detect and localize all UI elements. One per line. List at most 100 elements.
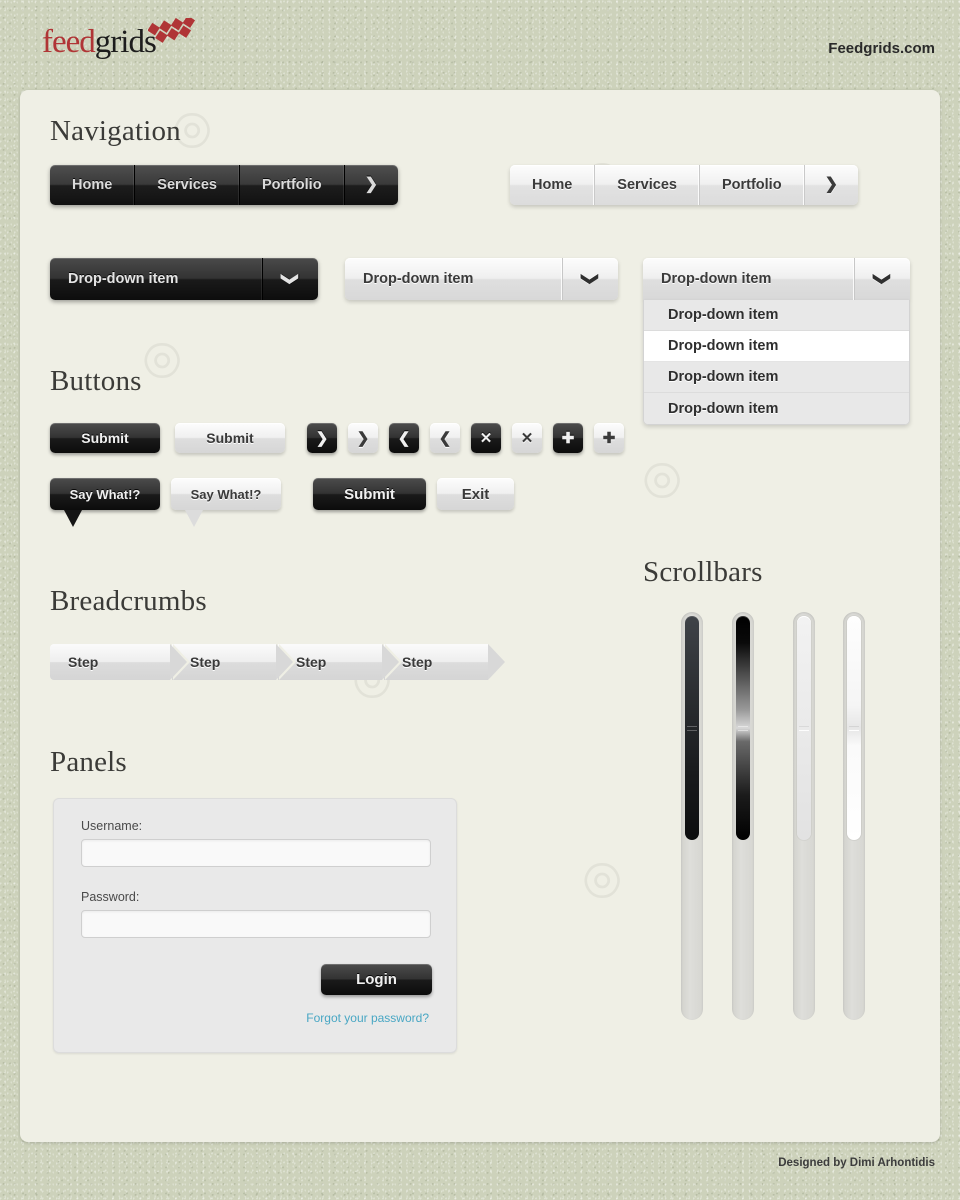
chevron-right-icon: ❯ [824, 176, 838, 193]
nav-item-services[interactable]: Services [135, 165, 240, 205]
tooltip-button-light[interactable]: Say What!? [171, 478, 281, 527]
footer-credit: Designed by Dimi Arhontidis [778, 1157, 935, 1169]
password-label: Password: [81, 890, 140, 904]
nav-item-home[interactable]: Home [510, 165, 596, 205]
scrollbar-grip-line [687, 726, 697, 727]
plus-icon: ✚ [602, 430, 616, 447]
watermark: ◎ [569, 843, 631, 911]
scrollbar-grip-line [687, 730, 697, 731]
logo-text-grids: grids [94, 24, 157, 60]
dropdown-option[interactable]: Drop-down item [644, 393, 909, 424]
scrollbar-track-light-gloss[interactable] [843, 612, 865, 1020]
chevron-right-button-dark[interactable]: ❯ [307, 423, 337, 453]
section-title-panels: Panels [50, 746, 127, 778]
login-button[interactable]: Login [321, 964, 432, 995]
chevron-left-button-dark[interactable]: ❮ [389, 423, 419, 453]
add-button-light[interactable]: ✚ [594, 423, 624, 453]
scrollbar-thumb[interactable] [797, 616, 811, 840]
breadcrumb: Step Step Step Step [50, 644, 510, 680]
chevron-down-icon[interactable]: ❯ [563, 258, 618, 300]
dropdown-open-trigger[interactable]: Drop-down item ❯ [643, 258, 910, 300]
scrollbar-thumb[interactable] [736, 616, 750, 840]
breadcrumb-divider [488, 644, 505, 680]
add-button-dark[interactable]: ✚ [553, 423, 583, 453]
scrollbar-grip-line [799, 726, 809, 727]
site-url-label: Feedgrids.com [828, 40, 935, 57]
dropdown-option[interactable]: Drop-down item [644, 300, 909, 331]
dropdown-option-highlighted[interactable]: Drop-down item [644, 331, 909, 362]
scrollbar-grip-line [738, 730, 748, 731]
submit-button-dark[interactable]: Submit [50, 423, 160, 453]
chevron-down-icon[interactable]: ❯ [855, 258, 910, 300]
chevron-left-icon: ❮ [438, 430, 452, 447]
tooltip-button-label: Say What!? [190, 486, 262, 502]
scrollbar-thumb[interactable] [847, 616, 861, 840]
tooltip-button-label: Say What!? [69, 486, 141, 502]
submit-button-large[interactable]: Submit [313, 478, 426, 510]
breadcrumb-divider [170, 644, 187, 680]
tooltip-button-dark[interactable]: Say What!? [50, 478, 160, 527]
breadcrumb-step-label: Step [68, 654, 99, 670]
chevron-right-icon: ❯ [364, 176, 378, 193]
scrollbar-track-dark-flat[interactable] [681, 612, 703, 1020]
breadcrumb-step-label: Step [296, 654, 327, 670]
section-title-buttons: Buttons [50, 365, 142, 397]
nav-next-button[interactable]: ❯ [805, 165, 858, 205]
button-row-secondary: Say What!? Say What!? Submit Exit [50, 478, 514, 527]
navbar-light[interactable]: Home Services Portfolio ❯ [510, 165, 858, 205]
nav-item-services[interactable]: Services [595, 165, 700, 205]
dropdown-label: Drop-down item [50, 258, 263, 300]
masthead: feedgrids Feedgrids.com [0, 0, 960, 90]
login-panel: Username: Password: Login Forgot your pa… [53, 798, 457, 1053]
nav-item-portfolio[interactable]: Portfolio [240, 165, 345, 205]
forgot-password-link[interactable]: Forgot your password? [306, 1011, 429, 1025]
site-logo[interactable]: feedgrids [42, 22, 157, 61]
scrollbar-grip-line [738, 726, 748, 727]
chevron-left-button-light[interactable]: ❮ [430, 423, 460, 453]
chevron-down-icon[interactable]: ❯ [263, 258, 318, 300]
scrollbar-track-dark-gloss[interactable] [732, 612, 754, 1020]
dropdown-option-list: Drop-down item Drop-down item Drop-down … [643, 300, 910, 425]
exit-button-large[interactable]: Exit [437, 478, 514, 510]
caret-glyph: ❯ [281, 271, 301, 287]
submit-button-light[interactable]: Submit [175, 423, 285, 453]
scrollbar-track-light-flat[interactable] [793, 612, 815, 1020]
caret-glyph: ❯ [873, 271, 893, 287]
nav-item-home[interactable]: Home [50, 165, 136, 205]
close-button-dark[interactable]: ✕ [471, 423, 501, 453]
dropdown-label: Drop-down item [643, 258, 855, 300]
section-title-navigation: Navigation [50, 115, 181, 147]
section-title-scrollbars: Scrollbars [643, 556, 763, 588]
scrollbar-grip-line [799, 730, 809, 731]
dropdown-light[interactable]: Drop-down item ❯ [345, 258, 618, 300]
chevron-right-icon: ❯ [315, 430, 329, 447]
dropdown-dark[interactable]: Drop-down item ❯ [50, 258, 318, 300]
chevron-right-button-light[interactable]: ❯ [348, 423, 378, 453]
close-x-icon: ✕ [520, 430, 534, 447]
dropdown-open[interactable]: Drop-down item ❯ Drop-down item Drop-dow… [643, 258, 910, 425]
watermark: ◎ [629, 443, 691, 511]
breadcrumb-divider [276, 644, 293, 680]
close-x-icon: ✕ [479, 430, 493, 447]
breadcrumb-step-label: Step [402, 654, 433, 670]
close-button-light[interactable]: ✕ [512, 423, 542, 453]
username-input[interactable] [81, 839, 431, 867]
dropdown-option[interactable]: Drop-down item [644, 362, 909, 393]
chevron-left-icon: ❮ [397, 430, 411, 447]
nav-next-button[interactable]: ❯ [345, 165, 398, 205]
breadcrumb-divider [382, 644, 399, 680]
nav-item-portfolio[interactable]: Portfolio [700, 165, 805, 205]
dropdown-label: Drop-down item [345, 258, 563, 300]
logo-diamonds-icon [148, 18, 196, 43]
navbar-dark[interactable]: Home Services Portfolio ❯ [50, 165, 398, 205]
plus-icon: ✚ [561, 430, 575, 447]
username-label: Username: [81, 819, 143, 833]
logo-text-feed: feed [42, 24, 96, 60]
button-row-primary: Submit Submit ❯ ❯ ❮ ❮ ✕ ✕ ✚ ✚ [50, 423, 624, 453]
caret-glyph: ❯ [581, 271, 601, 287]
scrollbar-grip-line [849, 726, 859, 727]
scrollbar-grip-line [849, 730, 859, 731]
scrollbar-thumb[interactable] [685, 616, 699, 840]
breadcrumb-step[interactable]: Step [50, 644, 190, 680]
password-input[interactable] [81, 910, 431, 938]
